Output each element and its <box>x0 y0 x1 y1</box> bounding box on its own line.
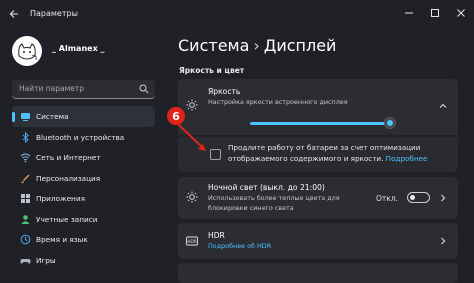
night-light-toggle-label: Откл. <box>376 194 398 203</box>
section-title: Яркость и цвет <box>179 66 245 75</box>
annotation-callout: 6 <box>167 107 185 125</box>
svg-text:HDR: HDR <box>187 239 196 244</box>
active-indicator <box>12 112 15 122</box>
hdr-icon: HDR <box>186 236 198 246</box>
brightness-title: Яркость <box>208 87 241 96</box>
bluetooth-icon <box>22 131 29 143</box>
hdr-title: HDR <box>208 231 225 240</box>
username: _ Almanex _ <box>52 44 105 53</box>
night-light-subtitle-1: Использовать более теплые цвета для <box>208 194 340 202</box>
sidebar-nav: Система Bluetooth и устройства Сеть и Ин… <box>12 106 155 270</box>
next-setting-card[interactable] <box>178 263 458 283</box>
user-profile[interactable]: _ Almanex _ <box>12 36 142 66</box>
sidebar-item-label: Персонализация <box>36 173 101 183</box>
accounts-icon <box>21 214 30 224</box>
brightness-icon <box>186 99 198 111</box>
breadcrumb-current: Дисплей <box>263 36 337 55</box>
sidebar-item-personalization[interactable]: Персонализация <box>12 168 155 189</box>
sidebar-item-bluetooth[interactable]: Bluetooth и устройства <box>12 127 155 148</box>
search-icon[interactable] <box>139 84 149 94</box>
gaming-icon <box>20 258 31 264</box>
breadcrumb-parent[interactable]: Система <box>178 36 249 55</box>
sidebar-item-label: Приложения <box>36 194 85 203</box>
maximize-button[interactable] <box>422 0 448 26</box>
sidebar-item-network[interactable]: Сеть и Интернет <box>12 147 155 168</box>
battery-optimization-card: Продлите работу от батареи за счет оптим… <box>178 137 458 172</box>
brightness-slider-thumb[interactable] <box>384 117 396 129</box>
window-controls <box>396 0 474 26</box>
night-light-subtitle-2: блокировки синего света <box>208 204 294 212</box>
sidebar-item-accounts[interactable]: Учетные записи <box>12 209 155 230</box>
brightness-slider-track[interactable] <box>250 122 390 125</box>
night-light-icon <box>186 191 198 203</box>
night-light-card[interactable]: Ночной свет (выкл. до 21:00) Использоват… <box>178 177 458 219</box>
app-title: Параметры <box>30 9 78 18</box>
sidebar-item-label: Игры <box>36 255 56 265</box>
cat-avatar-icon <box>18 43 37 61</box>
chevron-right-icon[interactable] <box>438 193 448 203</box>
night-light-toggle[interactable] <box>407 192 430 203</box>
system-icon <box>21 113 30 121</box>
title-bar: Параметры <box>0 0 474 30</box>
battery-optimization-label: Продлите работу от батареи за счет оптим… <box>228 143 453 164</box>
time-language-icon <box>20 234 31 245</box>
brightness-subtitle: Настройка яркости встроенного дисплея <box>208 98 348 106</box>
sidebar-item-system[interactable]: Система <box>12 106 155 127</box>
network-icon <box>20 153 31 163</box>
minimize-button[interactable] <box>396 0 422 26</box>
maximize-icon <box>431 9 439 17</box>
battery-optimization-checkbox[interactable] <box>210 149 221 160</box>
hdr-card[interactable]: HDR HDR Подробнее об HDR <box>178 223 458 259</box>
sidebar-item-apps[interactable]: Приложения <box>12 188 155 209</box>
chevron-up-icon[interactable] <box>438 101 448 111</box>
sidebar-item-time-language[interactable]: Время и язык <box>12 229 155 250</box>
sidebar-item-label: Сеть и Интернет <box>36 153 101 162</box>
chevron-right-icon[interactable] <box>438 236 448 246</box>
search-input[interactable]: Найти параметр <box>19 84 84 93</box>
brightness-card[interactable]: Яркость Настройка яркости встроенного ди… <box>178 79 458 135</box>
breadcrumb-separator: › <box>253 36 260 55</box>
avatar <box>12 36 42 66</box>
apps-icon <box>21 194 30 203</box>
sidebar-item-label: Учетные записи <box>36 214 98 224</box>
search-box[interactable]: Найти параметр <box>12 80 155 99</box>
minimize-icon <box>405 12 413 14</box>
breadcrumb: Система › Дисплей <box>178 36 336 55</box>
night-light-title: Ночной свет (выкл. до 21:00) <box>208 183 325 192</box>
back-arrow-icon[interactable] <box>8 7 22 21</box>
sidebar-item-gaming[interactable]: Игры <box>12 250 155 271</box>
personalization-icon <box>21 174 30 183</box>
hdr-learn-more-link[interactable]: Подробнее об HDR <box>208 242 271 250</box>
sidebar-item-label: Bluetooth и устройства <box>36 132 125 142</box>
sidebar-item-label: Система <box>36 112 69 121</box>
close-button[interactable] <box>448 0 474 26</box>
learn-more-link[interactable]: Подробнее <box>386 154 428 163</box>
sidebar-item-label: Время и язык <box>36 235 88 244</box>
close-icon <box>457 9 465 17</box>
